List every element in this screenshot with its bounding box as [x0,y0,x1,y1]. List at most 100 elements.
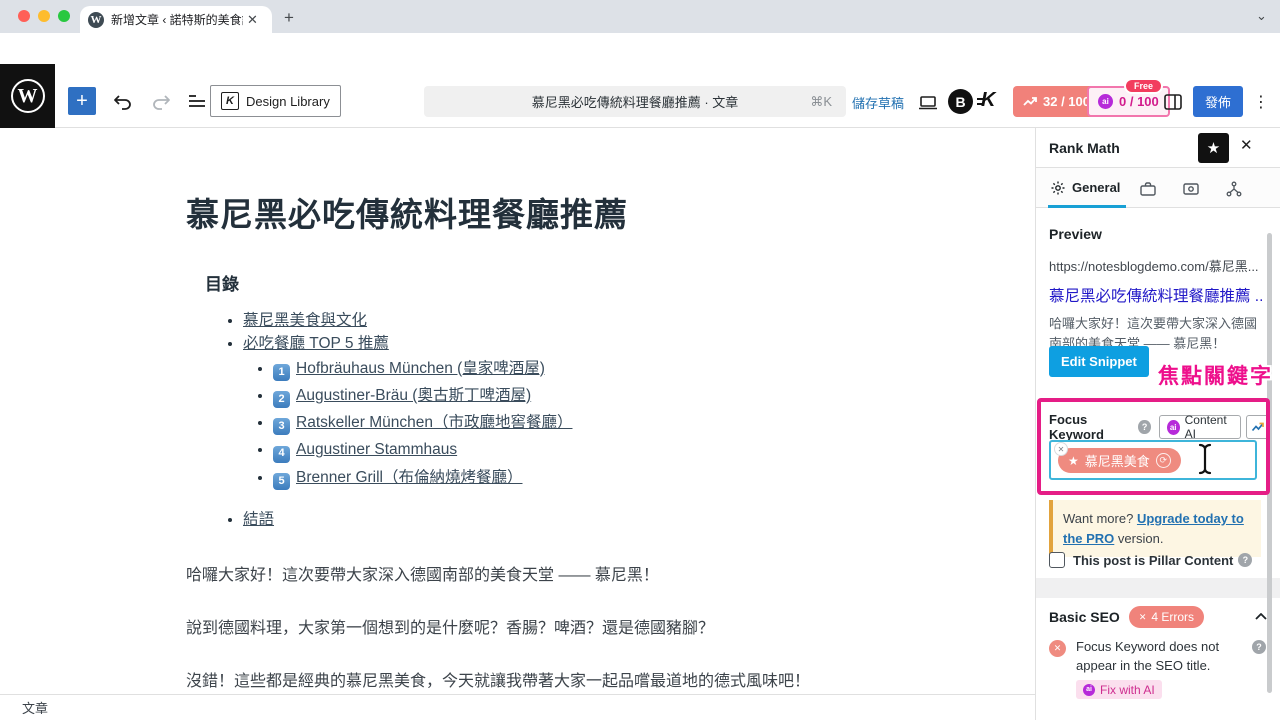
upgrade-text-prefix: Want more? [1063,511,1137,526]
toc-heading[interactable]: 目錄 [205,270,239,295]
toc-link-top5[interactable]: 必吃餐廳 TOP 5 推薦 [243,335,389,352]
design-library-label: Design Library [246,94,330,109]
keyword-text: 慕尼黑美食 [1085,451,1150,470]
undo-icon[interactable] [112,90,134,112]
keycap-5-icon: 5 [273,473,290,490]
content-ai-icon: ai [1083,684,1095,696]
toc-item: 必吃餐廳 TOP 5 推薦 1Hofbräuhaus München (皇家啤酒… [243,336,572,490]
fix-with-ai-label: Fix with AI [1100,683,1155,697]
close-sidebar-icon[interactable]: ✕ [1240,136,1253,154]
fix-with-ai-button[interactable]: ai Fix with AI [1076,680,1162,699]
content-ai-button[interactable]: ai Content AI [1159,415,1241,439]
keycap-3-icon: 3 [273,418,290,435]
error-text: Focus Keyword does not appear in the SEO… [1076,638,1234,676]
settings-sidebar-toggle-icon[interactable] [1162,91,1184,113]
toc-link-restaurant-4[interactable]: Augustiner Stammhaus [296,441,457,458]
toc-link-restaurant-1[interactable]: Hofbräuhaus München (皇家啤酒屋) [296,360,545,377]
wordpress-logo[interactable]: W [0,64,55,128]
new-tab-button[interactable]: + [284,8,294,28]
window-close-button[interactable] [18,10,30,22]
edit-snippet-button[interactable]: Edit Snippet [1049,346,1149,377]
redo-icon[interactable] [150,90,172,112]
toc-link-conclusion[interactable]: 結語 [243,511,274,528]
window-zoom-button[interactable] [58,10,70,22]
content-ai-icon: ai [1167,420,1180,435]
focus-keyword-label: Focus Keyword [1049,412,1133,442]
errors-badge: ✕ 4 Errors [1129,606,1204,628]
post-title[interactable]: 慕尼黑必吃傳統料理餐廳推薦 [186,188,628,236]
pin-star-button[interactable]: ★ [1198,133,1229,163]
publish-button[interactable]: 發佈 [1193,86,1243,117]
sidebar-tabs: General [1036,168,1280,208]
tab-advanced-briefcase-icon[interactable] [1139,180,1157,198]
block-inserter-button[interactable]: + [68,87,96,115]
preview-device-icon[interactable] [917,92,939,114]
remove-keyword-icon[interactable]: ✕ [1054,442,1068,456]
post-body[interactable]: 哈囉大家好！這次要帶大家深入德國南部的美食天堂 —— 慕尼黑！ 說到德國料理，大… [186,564,866,694]
preview-title-link: 慕尼黑必吃傳統料理餐廳推薦 ... [1049,284,1263,306]
table-of-contents: 慕尼黑美食與文化 必吃餐廳 TOP 5 推薦 1Hofbräuhaus Münc… [225,313,572,535]
preview-url: https://notesblogdemo.com/慕尼黑... [1049,256,1263,275]
window-minimize-button[interactable] [38,10,50,22]
preview-heading: Preview [1049,226,1263,242]
free-badge: Free [1124,78,1163,94]
tab-search-icon[interactable]: ⌄ [1256,8,1267,24]
keyword-tag[interactable]: ✕ ★ 慕尼黑美食 ⟳ [1058,448,1181,473]
focus-keyword-row: Focus Keyword ? ai Content AI [1049,412,1269,442]
editor-canvas[interactable]: 慕尼黑必吃傳統料理餐廳推薦 目錄 慕尼黑美食與文化 必吃餐廳 TOP 5 推薦 … [0,128,1035,694]
tab-general[interactable]: General [1050,168,1120,208]
wordpress-w-icon: W [11,79,45,113]
tab-close-icon[interactable]: ✕ [247,12,258,28]
toc-link-restaurant-2[interactable]: Augustiner-Bräu (奧古斯丁啤酒屋) [296,387,531,404]
document-title-button[interactable]: 慕尼黑必吃傳統料理餐廳推薦 · 文章 ⌘K [424,86,846,117]
breadcrumb[interactable]: 文章 [22,698,48,717]
close-icon: ✕ [1139,612,1147,623]
toc-link-culture[interactable]: 慕尼黑美食與文化 [243,312,367,329]
b-plugin-icon[interactable]: B [948,89,973,114]
upgrade-text-suffix: version. [1114,531,1163,546]
trends-button[interactable] [1246,415,1269,439]
help-icon[interactable]: ? [1138,420,1150,434]
browser-tab-strip: W 新增文章 ‹ 諾特斯的美食護照 – ✕ + ⌄ [0,0,1280,33]
save-draft-button[interactable]: 儲存草稿 [852,93,904,112]
section-divider [1036,578,1280,598]
command-shortcut: ⌘K [810,94,832,110]
toc-item: 2Augustiner-Bräu (奧古斯丁啤酒屋) [273,388,572,408]
keycap-4-icon: 4 [273,446,290,463]
text-cursor [1196,443,1214,475]
basic-seo-title: Basic SEO [1049,609,1120,625]
list-view-icon[interactable] [186,90,208,112]
tab-schema-icon[interactable] [1182,180,1200,198]
content-ai-label: Content AI [1185,413,1233,441]
pillar-content-checkbox[interactable] [1049,552,1065,568]
wordpress-favicon-icon: W [88,12,104,28]
active-tab-underline [1048,205,1126,208]
help-icon[interactable]: ? [1252,640,1266,654]
kadence-icon[interactable]: K [981,89,995,112]
toc-item: 慕尼黑美食與文化 [243,313,572,329]
focus-keyword-input[interactable]: ✕ ★ 慕尼黑美食 ⟳ [1049,440,1257,480]
editor-options-icon[interactable]: ⋮ [1253,92,1269,112]
rank-math-sidebar: Rank Math ★ ✕ General Preview https://no… [1035,128,1280,720]
help-icon[interactable]: ? [1238,553,1252,567]
basic-seo-header[interactable]: Basic SEO ✕ 4 Errors [1049,606,1269,628]
design-library-button[interactable]: K Design Library [210,85,341,117]
paragraph[interactable]: 哈囉大家好！這次要帶大家深入德國南部的美食天堂 —— 慕尼黑！ [186,564,866,589]
toc-item: 結語 [243,512,572,528]
tab-general-label: General [1072,180,1120,195]
pillar-content-row: This post is Pillar Content ? [1049,552,1252,568]
browser-tab[interactable]: W 新增文章 ‹ 諾特斯的美食護照 – ✕ [80,6,272,33]
paragraph[interactable]: 說到德國料理，大家第一個想到的是什麼呢？香腸？啤酒？還是德國豬腳？ [186,617,866,642]
toc-item: 3 Ratskeller München（市政廳地窖餐廳） [273,415,572,435]
refresh-keyword-icon[interactable]: ⟳ [1156,453,1171,468]
tab-social-share-icon[interactable] [1225,180,1243,198]
star-icon: ★ [1207,139,1220,157]
content-ai-icon: ai [1098,94,1113,109]
paragraph[interactable]: 沒錯！這些都是經典的慕尼黑美食，今天就讓我帶著大家一起品嚐最道地的德式風味吧！ [186,670,866,694]
serp-preview: Preview https://notesblogdemo.com/慕尼黑...… [1049,226,1263,353]
seo-score-value: 32 / 100 [1043,94,1090,109]
toc-link-restaurant-3[interactable]: Ratskeller München（市政廳地窖餐廳） [296,414,572,431]
toc-link-restaurant-5[interactable]: Brenner Grill（布倫納燒烤餐廳） [296,469,523,486]
toc-item: 4 Augustiner Stammhaus [273,442,572,462]
sidebar-scrollbar[interactable] [1267,233,1272,693]
